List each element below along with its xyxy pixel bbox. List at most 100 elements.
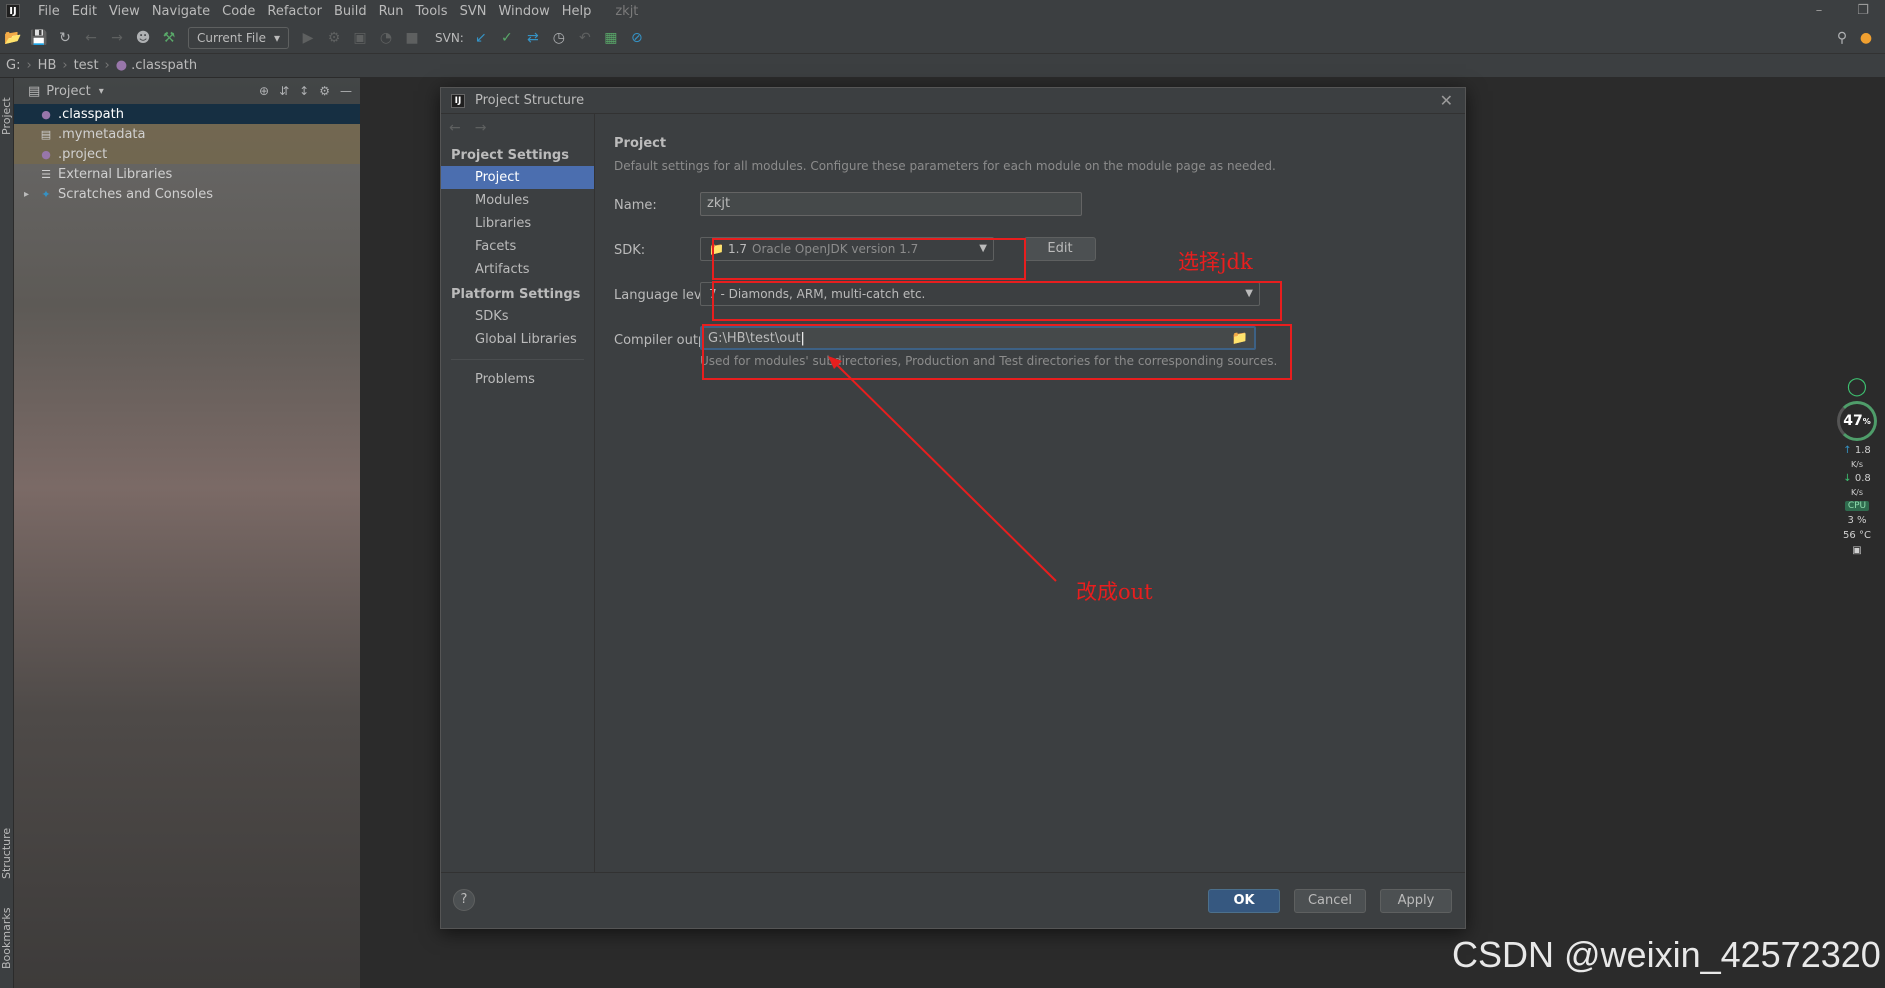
dialog-footer: ? OK Cancel Apply [441,872,1465,928]
project-panel-title[interactable]: Project [46,84,90,99]
project-tool-tab[interactable]: Project [0,86,14,146]
sync-icon[interactable]: ↻ [53,26,77,50]
menu-run[interactable]: Run [373,4,410,19]
back-arrow-icon[interactable]: ← [449,120,461,136]
expand-all-icon[interactable]: ⇵ [279,84,289,98]
annotation-select-jdk: 选择jdk [1178,250,1253,274]
update-icon[interactable]: ● [1854,26,1878,50]
history-icon[interactable]: ◷ [547,26,571,50]
menu-bar: IJ File Edit View Navigate Code Refactor… [0,0,1885,22]
debug-icon[interactable]: ⚙ [322,26,346,50]
tree-item-external-libraries[interactable]: ☰ External Libraries [14,164,360,184]
project-panel-actions: ⊕ ⇵ ↕ ⚙ — [259,78,352,104]
menu-build[interactable]: Build [328,4,373,19]
intellij-logo-icon: IJ [6,4,20,18]
locate-icon[interactable]: ⊕ [259,84,269,98]
annotation-compiler-box [702,324,1292,380]
breadcrumb: G: › HB › test › ● .classpath [0,54,1885,78]
tree-item-scratches[interactable]: ▸ ✦ Scratches and Consoles [14,184,360,204]
forward-arrow-icon[interactable]: → [475,120,487,136]
profile-icon[interactable]: ◔ [374,26,398,50]
menu-view[interactable]: View [103,4,146,19]
chevron-down-icon[interactable]: ▾ [99,86,104,97]
sidebar-item-libraries[interactable]: Libraries [441,212,594,235]
sidebar-item-problems[interactable]: Problems [441,368,594,391]
run-icon[interactable]: ▶ [296,26,320,50]
breadcrumb-classpath[interactable]: .classpath [131,58,197,73]
annotation-sdk-box [712,238,1026,280]
hide-icon[interactable]: — [340,84,352,98]
menu-window[interactable]: Window [492,4,555,19]
chevron-right-icon[interactable]: ▸ [24,189,29,200]
download-speed-value: 0.8 [1854,473,1871,484]
ok-button[interactable]: OK [1208,889,1280,913]
dialog-main-content: Project Default settings for all modules… [596,114,1465,872]
save-icon[interactable]: 💾 [27,26,51,50]
stop-icon[interactable]: ■ [400,26,424,50]
menu-tools[interactable]: Tools [410,4,454,19]
breadcrumb-separator: › [104,58,110,73]
run-config-label: Current File [197,30,266,45]
tree-item-project[interactable]: ● .project [14,144,360,164]
tree-item-classpath[interactable]: ● .classpath [14,104,360,124]
apply-button[interactable]: Apply [1380,889,1452,913]
breadcrumb-test[interactable]: test [74,58,99,73]
cancel-button[interactable]: Cancel [1294,889,1366,913]
run-config-selector[interactable]: Current File ▾ [188,26,289,49]
sdk-label: SDK: [614,243,646,258]
menu-edit[interactable]: Edit [66,4,103,19]
revert-icon[interactable]: ↶ [573,26,597,50]
tree-item-label: .mymetadata [58,126,146,142]
menu-code[interactable]: Code [216,4,261,19]
collapse-all-icon[interactable]: ↕ [299,84,309,98]
menu-file[interactable]: File [32,4,66,19]
minimize-icon[interactable]: – [1797,0,1841,22]
dialog-title-bar: IJ Project Structure ✕ [441,88,1465,114]
open-folder-icon[interactable]: 📂 [1,26,25,50]
coverage-icon[interactable]: ▣ [348,26,372,50]
menu-refactor[interactable]: Refactor [261,4,328,19]
svn-compare-icon[interactable]: ⇄ [521,26,545,50]
breadcrumb-hb[interactable]: HB [38,58,57,73]
sidebar-divider [451,359,584,360]
build-hammer-icon[interactable]: ⚒ [157,26,181,50]
structure-tool-tab[interactable]: Structure [0,818,14,888]
menu-navigate[interactable]: Navigate [146,4,216,19]
sidebar-item-global-libraries[interactable]: Global Libraries [441,328,594,351]
sidebar-item-sdks[interactable]: SDKs [441,305,594,328]
section-description: Default settings for all modules. Config… [614,159,1276,173]
bookmarks-tool-tab[interactable]: Bookmarks [0,898,14,978]
restore-icon[interactable]: ❐ [1841,0,1885,22]
memory-gauge: 47% [1837,401,1877,441]
search-icon[interactable]: ⚲ [1830,26,1854,50]
svn-commit-icon[interactable]: ✓ [495,26,519,50]
gear-icon[interactable]: ⚙ [319,84,330,98]
sidebar-item-artifacts[interactable]: Artifacts [441,258,594,281]
edit-sdk-button[interactable]: Edit [1024,237,1096,261]
svn-update-icon[interactable]: ↙ [469,26,493,50]
svn-log-icon[interactable]: ▦ [599,26,623,50]
back-icon[interactable]: ← [79,26,103,50]
camera-icon[interactable]: ▣ [1852,545,1861,556]
tree-item-label: Scratches and Consoles [58,186,214,202]
upload-speed-unit: K/s [1850,460,1864,469]
close-icon[interactable]: ✕ [1440,91,1453,110]
sidebar-item-project[interactable]: Project [441,166,594,189]
sidebar-item-facets[interactable]: Facets [441,235,594,258]
project-name-field[interactable]: zkjt [700,192,1082,216]
project-panel-header: ▤ Project ▾ ⊕ ⇵ ↕ ⚙ — [14,78,360,104]
tree-item-mymetadata[interactable]: ▤ .mymetadata [14,124,360,144]
breadcrumb-drive[interactable]: G: [6,58,20,73]
cpu-badge: CPU [1844,501,1870,511]
sidebar-group-platform-settings: Platform Settings [451,287,581,302]
help-button[interactable]: ? [453,889,475,911]
no-entry-icon[interactable]: ⊘ [625,26,649,50]
cpu-value: 3 % [1847,515,1867,526]
menu-help[interactable]: Help [556,4,598,19]
forward-icon[interactable]: → [105,26,129,50]
menu-svn[interactable]: SVN [454,4,493,19]
dialog-title: Project Structure [475,93,585,108]
project-structure-dialog: IJ Project Structure ✕ ← → Project Setti… [440,87,1466,929]
user-icon[interactable]: ☻ [131,26,155,50]
sidebar-item-modules[interactable]: Modules [441,189,594,212]
